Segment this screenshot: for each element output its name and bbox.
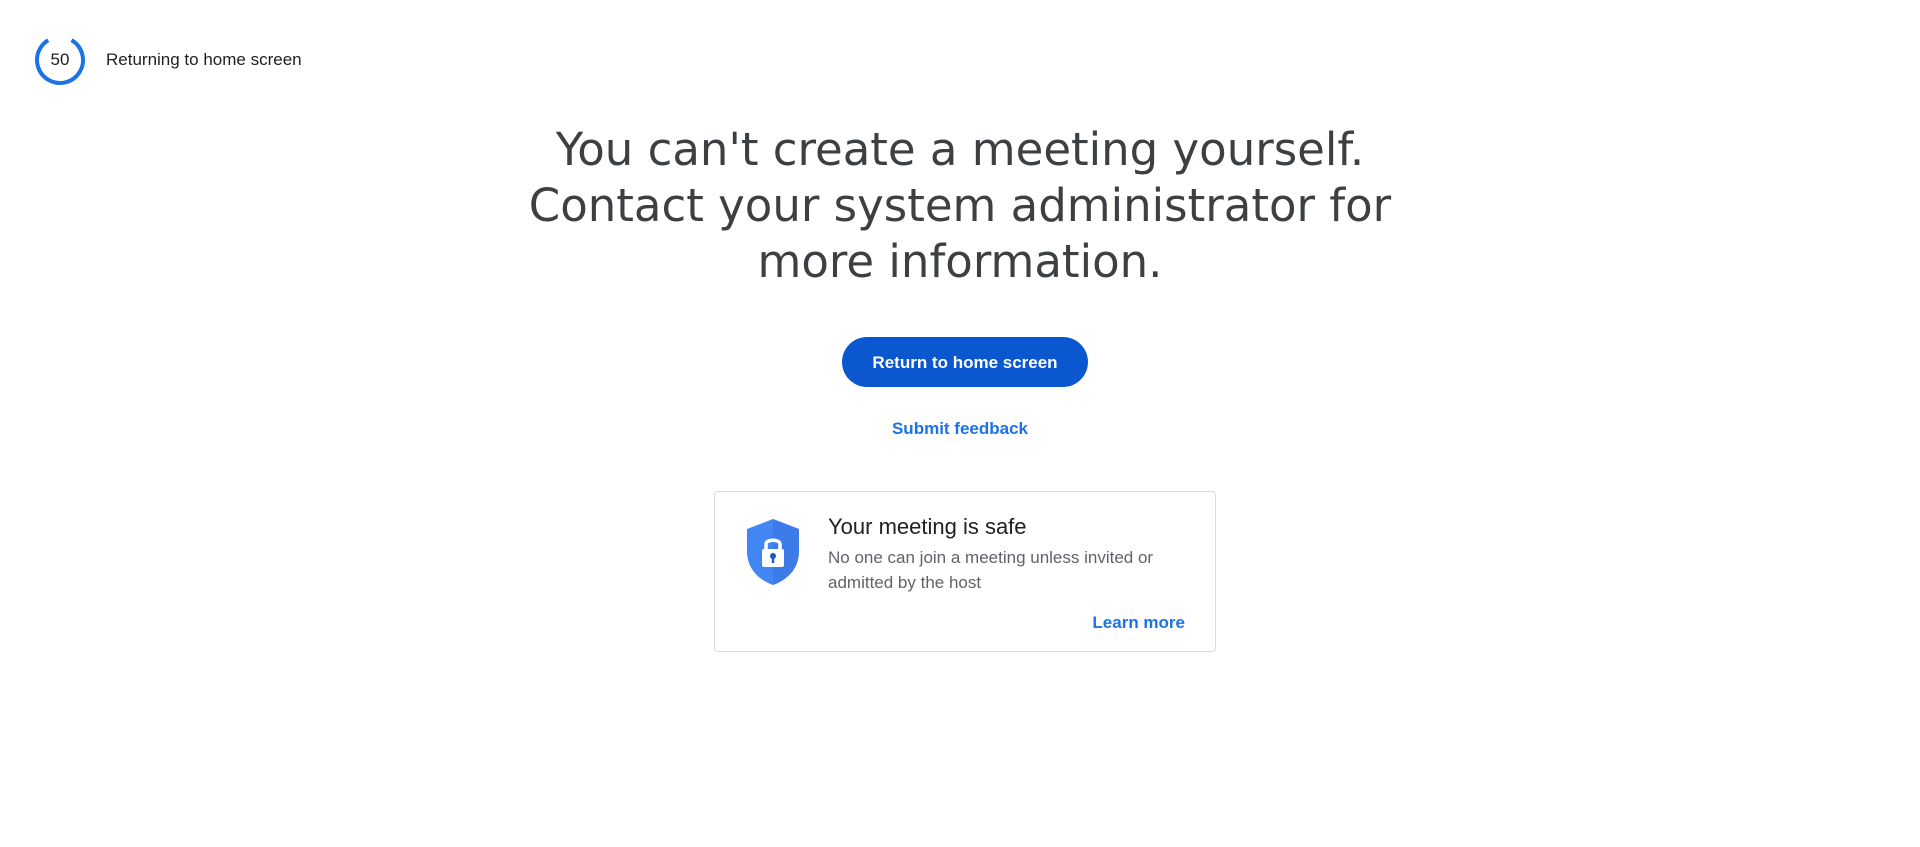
submit-feedback-link[interactable]: Submit feedback (892, 419, 1028, 438)
countdown-timer-ring: 50 (34, 34, 86, 86)
learn-more-link[interactable]: Learn more (1092, 613, 1185, 633)
card-title: Your meeting is safe (828, 514, 1027, 539)
card-description: No one can join a meeting unless invited… (828, 548, 1154, 592)
meeting-safety-card: Your meeting is safe No one can join a m… (714, 491, 1216, 652)
feedback-link-container: Submit feedback (0, 419, 1920, 439)
message-line-1: You can't create a meeting yourself. (555, 123, 1365, 176)
countdown-label: Returning to home screen (106, 50, 302, 69)
page-title: You can't create a meeting yourself. Con… (0, 122, 1920, 290)
countdown: 50 Returning to home screen (34, 34, 302, 86)
message-line-2: Contact your system administrator for (528, 179, 1392, 232)
return-home-button[interactable]: Return to home screen (842, 337, 1088, 387)
shield-lock-icon (745, 517, 801, 592)
message-line-3: more information. (757, 235, 1163, 288)
countdown-number: 50 (50, 50, 70, 69)
